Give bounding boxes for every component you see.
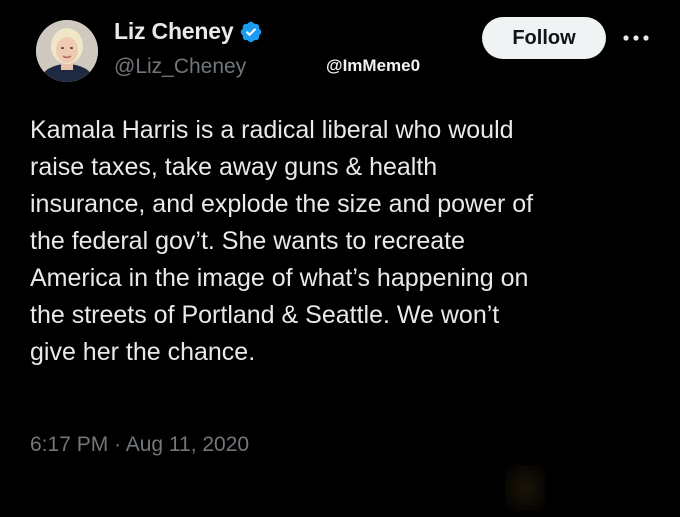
- author-display-name[interactable]: Liz Cheney: [114, 18, 234, 45]
- tweet-text-line: the streets of Portland & Seattle. We wo…: [30, 301, 500, 329]
- tweet-text-line: Kamala Harris is a radical liberal who w…: [30, 116, 514, 144]
- avatar-photo-icon: [36, 20, 98, 82]
- tweet-text-line: insurance, and explode the size and powe…: [30, 190, 534, 218]
- author-name-row: Liz Cheney: [114, 18, 263, 45]
- verified-badge-icon: [241, 21, 262, 42]
- tweet-text-line: the federal gov’t. She wants to recreate: [30, 227, 465, 255]
- author-handle[interactable]: @Liz_Cheney: [114, 55, 246, 79]
- follow-button[interactable]: Follow: [482, 17, 606, 59]
- tweet-text: Kamala Harris is a radical liberal who w…: [30, 112, 660, 371]
- tweet-text-line: give her the chance.: [30, 338, 256, 366]
- tweet-timestamp[interactable]: 6:17 PM · Aug 11, 2020: [30, 433, 249, 457]
- watermark-text: @ImMeme0: [326, 56, 421, 75]
- tweet-text-line: America in the image of what’s happening…: [30, 264, 529, 292]
- more-options-icon[interactable]: [620, 30, 652, 46]
- tweet-text-line: raise taxes, take away guns & health: [30, 153, 438, 181]
- avatar[interactable]: [36, 20, 98, 82]
- background-blur-decoration: [505, 465, 545, 511]
- tweet-card: Liz Cheney @Liz_Cheney @ImMeme0 Follow K…: [0, 0, 680, 517]
